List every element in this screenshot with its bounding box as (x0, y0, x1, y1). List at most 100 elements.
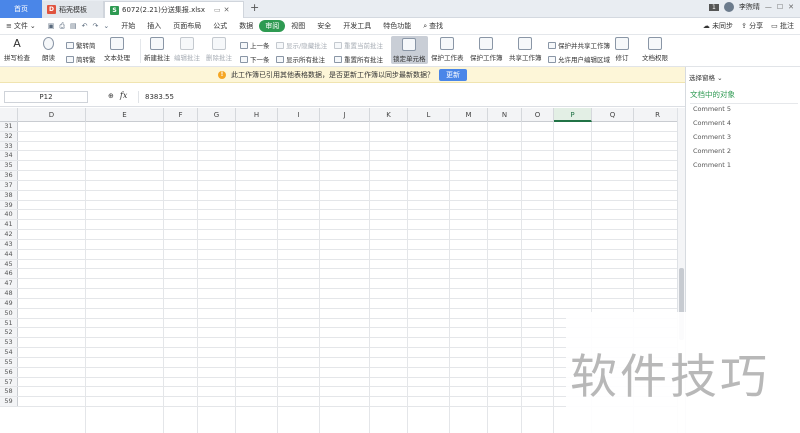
preview-icon[interactable]: ▤ (70, 20, 77, 32)
table-row[interactable]: 41 (0, 220, 677, 231)
search-box[interactable]: ⌕ 查找 (417, 20, 449, 32)
column-header[interactable]: J (320, 108, 370, 122)
menu-home[interactable]: 开始 (115, 20, 141, 32)
row-header[interactable]: 47 (0, 279, 18, 289)
table-row[interactable]: 43 (0, 239, 677, 250)
row-header[interactable]: 50 (0, 308, 18, 318)
row-header[interactable]: 40 (0, 210, 18, 220)
doc-permission-button[interactable]: 文档权限 (642, 37, 668, 62)
table-row[interactable]: 46 (0, 269, 677, 280)
save-icon[interactable]: ▣ (48, 20, 55, 32)
minimize-icon[interactable]: — (765, 3, 772, 11)
tab-home[interactable]: 首页 (0, 0, 42, 18)
table-row[interactable]: 36 (0, 171, 677, 181)
column-header[interactable]: E (86, 108, 164, 122)
row-header[interactable]: 31 (0, 122, 18, 131)
table-row[interactable]: 40 (0, 210, 677, 221)
show-all-comments-button[interactable]: 显示所有批注 (276, 54, 325, 64)
row-header[interactable]: 39 (0, 200, 18, 210)
menu-data[interactable]: 数据 (233, 20, 259, 32)
select-all-corner[interactable] (0, 108, 18, 122)
column-header[interactable]: N (488, 108, 522, 122)
user-name[interactable]: 李煦晴 (739, 2, 760, 12)
maximize-icon[interactable]: ☐ (777, 3, 783, 11)
column-header[interactable]: R (634, 108, 677, 122)
pane-item[interactable]: Comment 2 (687, 145, 799, 158)
row-header[interactable]: 36 (0, 171, 18, 180)
allow-edit-range-button[interactable]: 允许用户编辑区域 (548, 54, 610, 64)
row-header[interactable]: 42 (0, 230, 18, 239)
edit-comment-button[interactable]: 编辑批注 (174, 37, 200, 62)
column-header[interactable]: M (450, 108, 488, 122)
simp-to-trad-button[interactable]: 简转繁 (66, 54, 96, 64)
row-header[interactable]: 54 (0, 348, 18, 357)
redo-icon[interactable]: ↷ (92, 20, 98, 32)
column-header[interactable]: L (408, 108, 450, 122)
menu-review[interactable]: 审阅 (259, 20, 286, 32)
close-icon[interactable]: ✕ (224, 6, 230, 14)
share-workbook-button[interactable]: 共享工作簿 (509, 37, 542, 62)
table-row[interactable]: 34 (0, 151, 677, 162)
pane-item[interactable]: Comment 1 (687, 159, 799, 172)
new-tab-button[interactable]: + (250, 1, 259, 14)
tab-workbook[interactable]: S 6072(2.21)分送集报.xlsx ▭ ✕ (104, 1, 244, 18)
window-close-icon[interactable]: ✕ (788, 3, 794, 11)
row-header[interactable]: 44 (0, 249, 18, 259)
row-header[interactable]: 51 (0, 318, 18, 328)
tab-template[interactable]: D 稻壳模板 (42, 1, 104, 18)
avatar[interactable] (723, 2, 734, 12)
reset-all-comments-button[interactable]: 重置所有批注 (334, 54, 383, 64)
lock-cell-button[interactable]: 锁定单元格 (391, 36, 428, 64)
row-header[interactable]: 59 (0, 397, 18, 407)
table-row[interactable]: 42 (0, 230, 677, 240)
print-icon[interactable]: ⎙ (59, 20, 65, 32)
row-header[interactable]: 45 (0, 259, 18, 269)
column-header[interactable]: Q (592, 108, 634, 122)
undo-icon[interactable]: ↶ (82, 20, 88, 32)
table-row[interactable]: 44 (0, 249, 677, 260)
row-header[interactable]: 38 (0, 190, 18, 200)
row-header[interactable]: 34 (0, 151, 18, 161)
protect-share-button[interactable]: 保护并共享工作簿 (548, 40, 610, 50)
row-header[interactable]: 48 (0, 289, 18, 298)
restore-icon[interactable]: ▭ (214, 6, 221, 14)
column-header[interactable]: F (164, 108, 198, 122)
menu-formula[interactable]: 公式 (207, 20, 233, 32)
badge-count[interactable]: 1 (709, 3, 719, 11)
row-header[interactable]: 56 (0, 367, 18, 377)
annotate-button[interactable]: ▭ 批注 (771, 21, 794, 31)
text-processing-button[interactable]: 文本处理 (104, 37, 130, 62)
selection-pane-title[interactable]: 选择窗格 ⌄ (689, 72, 723, 82)
column-header[interactable]: K (370, 108, 408, 122)
reset-current-comment-button[interactable]: 重置当前批注 (334, 40, 383, 50)
zoom-icon[interactable]: ⊕ (108, 92, 114, 100)
table-row[interactable]: 37 (0, 180, 677, 191)
table-row[interactable]: 39 (0, 200, 677, 211)
sync-button[interactable]: ☁ 未同步 (703, 21, 733, 31)
next-comment-button[interactable]: 下一条 (240, 54, 270, 64)
row-header[interactable]: 46 (0, 269, 18, 279)
share-button[interactable]: ⇪ 分享 (741, 21, 763, 31)
menu-page-layout[interactable]: 页面布局 (167, 20, 207, 32)
pane-item[interactable]: Comment 5 (687, 103, 799, 116)
protect-workbook-button[interactable]: 保护工作簿 (470, 37, 503, 62)
row-header[interactable]: 33 (0, 141, 18, 151)
row-header[interactable]: 41 (0, 220, 18, 230)
menu-security[interactable]: 安全 (311, 20, 337, 32)
row-header[interactable]: 55 (0, 357, 18, 367)
spell-check-button[interactable]: A 拼写检查 (4, 37, 30, 62)
column-header[interactable]: D (18, 108, 86, 122)
table-row[interactable]: 32 (0, 131, 677, 142)
column-header[interactable]: G (198, 108, 236, 122)
delete-comment-button[interactable]: 删除批注 (206, 37, 232, 62)
formula-input[interactable]: 8383.55 (138, 91, 683, 103)
more-icon[interactable]: ⌄ (103, 20, 109, 32)
menu-developer[interactable]: 开发工具 (337, 20, 377, 32)
row-header[interactable]: 49 (0, 298, 18, 308)
table-row[interactable]: 47 (0, 279, 677, 290)
table-row[interactable]: 31 (0, 122, 677, 132)
protect-sheet-button[interactable]: 保护工作表 (431, 37, 464, 62)
menu-special[interactable]: 特色功能 (377, 20, 417, 32)
row-header[interactable]: 53 (0, 338, 18, 348)
update-button[interactable]: 更新 (439, 68, 467, 81)
